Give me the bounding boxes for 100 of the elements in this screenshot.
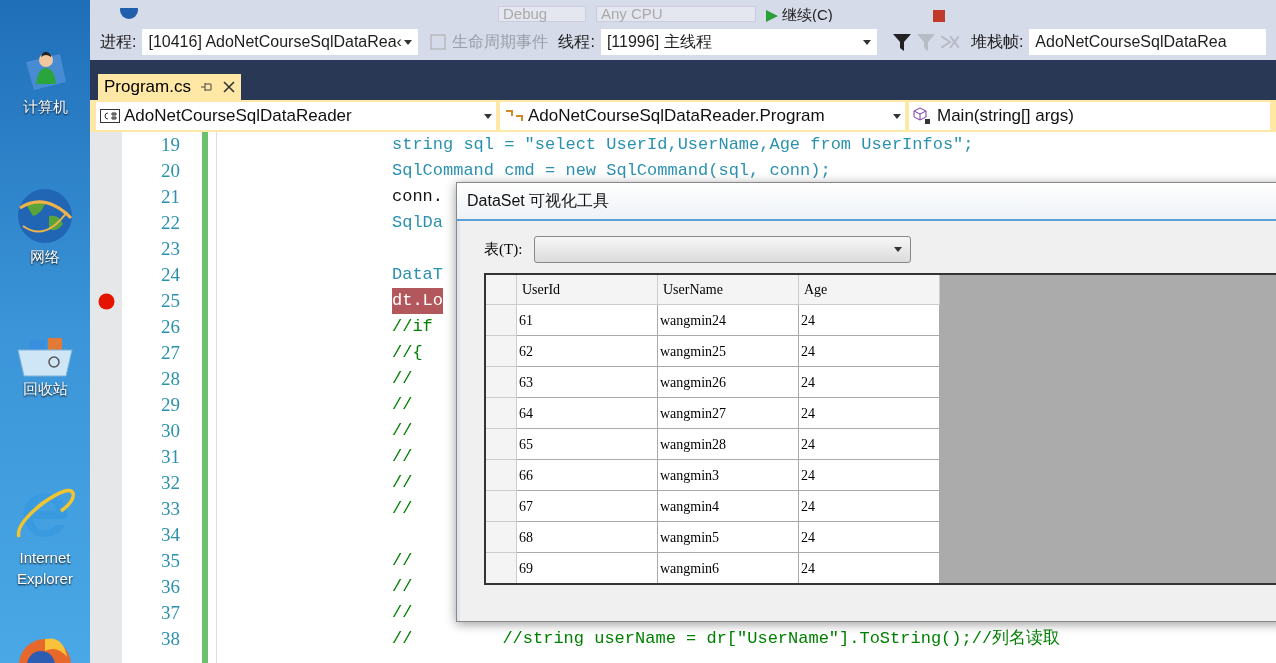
column-header[interactable]: UserId (517, 275, 658, 304)
table-cell: 65 (517, 429, 658, 460)
desktop-icon-label[interactable]: 计算机 (5, 96, 85, 117)
table-cell: wangmin25 (658, 336, 799, 367)
code-line: // (392, 420, 413, 443)
line-number: 34 (161, 522, 180, 547)
table-cell: 69 (517, 553, 658, 583)
line-number: 35 (161, 548, 180, 573)
code-line: // (392, 472, 413, 495)
dropdown-caret-icon (862, 39, 871, 45)
code-comment: //string userName = dr["UserName"].ToString();//列名读取 (502, 628, 1061, 651)
row-header[interactable] (486, 553, 517, 583)
column-header[interactable]: Age (799, 275, 940, 304)
table-cell: wangmin6 (658, 553, 799, 583)
code-line: // (392, 368, 413, 391)
dialog-title: DataSet 可视化工具 (467, 191, 610, 211)
line-number: 25 (161, 288, 180, 313)
row-header[interactable] (486, 305, 517, 336)
code-line: SqlDa (392, 212, 443, 235)
line-number: 30 (161, 418, 180, 443)
line-number: 29 (161, 392, 180, 417)
table-cell: 24 (799, 429, 940, 460)
table-cell: 24 (799, 305, 940, 336)
line-number: 32 (161, 470, 180, 495)
line-number: 23 (161, 236, 180, 261)
table-cell: 24 (799, 553, 940, 583)
stack-frame-label: 堆栈帧: (970, 32, 1024, 52)
code-line: // (392, 602, 413, 625)
table-cell: 66 (517, 460, 658, 491)
class-dropdown[interactable]: AdoNetCourseSqlDataReader.Program (500, 102, 905, 130)
line-number: 20 (161, 158, 180, 183)
line-number: 36 (161, 574, 180, 599)
breakpoint-icon[interactable] (97, 292, 115, 310)
table-cell: 24 (799, 367, 940, 398)
process-label: 进程: (100, 32, 137, 52)
line-number: 38 (161, 626, 180, 651)
row-header[interactable] (486, 336, 517, 367)
table-cell: wangmin3 (658, 460, 799, 491)
code-line: // (392, 576, 413, 599)
line-number: 26 (161, 314, 180, 339)
table-cell: wangmin4 (658, 491, 799, 522)
table-cell: 24 (799, 398, 940, 429)
code-line: //if (392, 316, 433, 339)
code-line: conn. (392, 186, 443, 209)
table-cell: 67 (517, 491, 658, 522)
code-line: // (392, 550, 413, 573)
code-line: // (392, 394, 413, 417)
column-header[interactable]: UserName (658, 275, 799, 304)
filter-icon[interactable] (892, 33, 911, 51)
table-cell: 24 (799, 522, 940, 553)
member-dropdown[interactable]: Main(string[] args) (909, 102, 1270, 130)
dropdown-caret-icon (484, 113, 492, 119)
table-cell: 24 (799, 336, 940, 367)
row-header[interactable] (486, 398, 517, 429)
line-number: 19 (161, 132, 180, 157)
table-cell: wangmin26 (658, 367, 799, 398)
code-line: SqlCommand cmd = new SqlCommand(sql, conn); (392, 160, 831, 183)
table-cell: 62 (517, 336, 658, 367)
table-cell: wangmin24 (658, 305, 799, 336)
line-number: 33 (161, 496, 180, 521)
thread-label: 线程: (558, 32, 595, 52)
document-tab[interactable]: Program.cs (98, 74, 241, 100)
row-header[interactable] (486, 429, 517, 460)
table-cell: 24 (799, 491, 940, 522)
line-number: 27 (161, 340, 180, 365)
close-icon[interactable] (222, 81, 235, 93)
cube-icon (913, 107, 933, 125)
code-line: // (392, 498, 413, 521)
line-number: 28 (161, 366, 180, 391)
table-cell: wangmin5 (658, 522, 799, 553)
code-line: // (392, 446, 413, 469)
table-cell: 61 (517, 305, 658, 336)
thread-dropdown[interactable]: [11996] 主线程 (600, 29, 877, 55)
row-header[interactable] (486, 367, 517, 398)
code-line: string sql = "select UserId,UserName,Age from UserInfos"; (392, 134, 974, 157)
code-line: //{ (392, 342, 423, 365)
code-line: DataT (392, 264, 443, 287)
project-dropdown[interactable]: AdoNetCourseSqlDataReader (96, 102, 496, 130)
pin-icon[interactable] (200, 82, 213, 92)
row-header[interactable] (486, 460, 517, 491)
table-cell: 24 (799, 460, 940, 491)
dropdown-caret-icon (404, 39, 413, 45)
desktop-icon-label[interactable]: 网络 (5, 246, 85, 268)
collapse-icon[interactable] (940, 36, 959, 48)
line-number: 21 (161, 184, 180, 209)
line-number: 31 (161, 444, 180, 469)
row-header[interactable] (486, 522, 517, 553)
csharp-file-icon (100, 109, 120, 123)
recycle-bin-icon (14, 335, 76, 378)
table-label: 表(T): (484, 240, 523, 260)
process-dropdown[interactable]: [10416] AdoNetCourseSqlDataRea‹ (142, 29, 419, 55)
line-number: 24 (161, 262, 180, 287)
table-dropdown[interactable] (534, 236, 912, 263)
dropdown-caret-icon (894, 247, 903, 252)
play-icon (766, 10, 778, 22)
table-cell: wangmin28 (658, 429, 799, 460)
stack-frame-dropdown[interactable]: AdoNetCourseSqlDataRea (1029, 29, 1266, 55)
row-header[interactable] (486, 491, 517, 522)
dropdown-caret-icon (893, 113, 901, 119)
stop-icon[interactable] (932, 10, 945, 22)
